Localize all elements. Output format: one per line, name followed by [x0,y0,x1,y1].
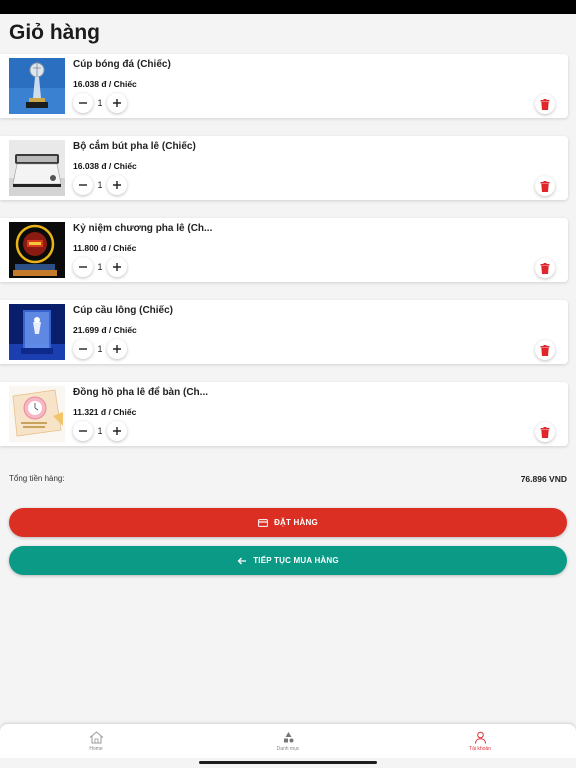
cart-item: Cúp bóng đá (Chiếc) 16.038 đ / Chiếc 1 [0,54,568,118]
badminton-trophy-image [9,304,65,360]
total-label: Tổng tiền hàng: [9,474,65,483]
page-title: Giỏ hàng [9,21,100,44]
trash-icon [540,426,550,438]
place-order-button[interactable]: ĐẶT HÀNG [9,508,567,537]
item-price: 11.321 đ / Chiếc [73,407,137,417]
increase-quantity-button[interactable] [107,339,127,359]
continue-shopping-label: TIẾP TỤC MUA HÀNG [253,556,339,565]
home-icon [89,730,103,743]
increase-quantity-button[interactable] [107,175,127,195]
increase-quantity-button[interactable] [107,421,127,441]
plus-icon [113,181,121,189]
cart-item: Cúp cầu lông (Chiếc) 21.699 đ / Chiếc 1 [0,300,568,364]
place-order-label: ĐẶT HÀNG [274,518,318,527]
cart-item: Kỷ niệm chương pha lê (Ch... 11.800 đ / … [0,218,568,282]
item-name: Cúp bóng đá (Chiếc) [73,59,171,70]
total-value: 76.896 VND [520,474,567,484]
decrease-quantity-button[interactable] [73,339,93,359]
item-name: Đồng hồ pha lê để bàn (Ch... [73,387,208,398]
user-icon [474,731,486,744]
delete-item-button[interactable] [535,94,555,114]
cart-item: Đồng hồ pha lê để bàn (Ch... 11.321 đ / … [0,382,568,446]
quantity-stepper: 1 [73,175,127,195]
crystal-desk-clock-image [9,386,65,442]
item-price: 11.800 đ / Chiếc [73,243,137,253]
plus-icon [113,345,121,353]
decrease-quantity-button[interactable] [73,175,93,195]
item-name: Cúp cầu lông (Chiếc) [73,305,173,316]
item-name: Kỷ niệm chương pha lê (Ch... [73,223,213,234]
minus-icon [79,102,87,104]
quantity-stepper: 1 [73,93,127,113]
trash-icon [540,98,550,110]
crystal-pen-holder-image [9,140,65,196]
plus-icon [113,263,121,271]
delete-item-button[interactable] [535,258,555,278]
quantity-stepper: 1 [73,421,127,441]
continue-shopping-button[interactable]: TIẾP TỤC MUA HÀNG [9,546,567,575]
plus-icon [113,99,121,107]
plus-icon [113,427,121,435]
item-price: 16.038 đ / Chiếc [73,161,137,171]
credit-card-icon [258,518,268,527]
tab-categories[interactable]: Danh mục [192,724,384,758]
tab-categories-label: Danh mục [276,745,300,752]
tab-home[interactable]: Home [0,724,192,758]
crystal-plaque-image [9,222,65,278]
tab-account[interactable]: Tài khoản [384,724,576,758]
quantity-value: 1 [97,98,103,108]
home-indicator[interactable] [199,761,377,764]
delete-item-button[interactable] [535,176,555,196]
status-bar [0,0,576,14]
quantity-value: 1 [97,180,103,190]
item-price: 21.699 đ / Chiếc [73,325,137,335]
trash-icon [540,344,550,356]
decrease-quantity-button[interactable] [73,93,93,113]
category-icon [283,731,293,742]
trash-icon [540,180,550,192]
minus-icon [79,266,87,268]
order-total-row: Tổng tiền hàng: 76.896 VND [9,474,567,486]
quantity-stepper: 1 [73,257,127,277]
item-price: 16.038 đ / Chiếc [73,79,137,89]
tab-account-label: Tài khoản [469,745,491,752]
delete-item-button[interactable] [535,340,555,360]
increase-quantity-button[interactable] [107,93,127,113]
quantity-value: 1 [97,426,103,436]
arrow-left-icon [237,557,247,564]
increase-quantity-button[interactable] [107,257,127,277]
quantity-value: 1 [97,262,103,272]
quantity-stepper: 1 [73,339,127,359]
cart-item: Bộ cắm bút pha lê (Chiếc) 16.038 đ / Chi… [0,136,568,200]
minus-icon [79,430,87,432]
minus-icon [79,184,87,186]
decrease-quantity-button[interactable] [73,421,93,441]
decrease-quantity-button[interactable] [73,257,93,277]
minus-icon [79,348,87,350]
item-name: Bộ cắm bút pha lê (Chiếc) [73,141,196,152]
quantity-value: 1 [97,344,103,354]
soccer-trophy-image [9,58,65,114]
bottom-tab-bar: Home Danh mục Tài khoản [0,724,576,758]
delete-item-button[interactable] [535,422,555,442]
tab-home-label: Home [89,745,103,752]
trash-icon [540,262,550,274]
